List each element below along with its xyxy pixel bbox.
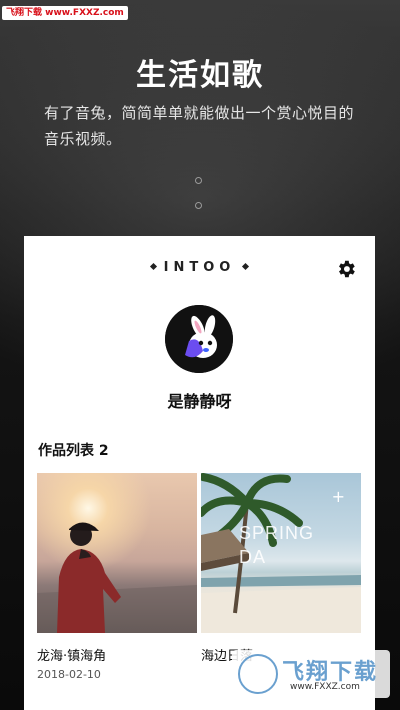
rabbit-avatar-icon [165,305,233,373]
gear-icon[interactable] [335,258,357,280]
work-item-2[interactable]: SPRING DA + 海边日落 [201,473,361,668]
brand-name: INTOO [163,260,236,275]
work-thumbnail-2[interactable]: SPRING DA + [201,473,361,633]
diamond-icon [149,262,157,271]
pager-dot-2[interactable] [195,202,202,209]
username: 是静静呀 [167,392,232,411]
watermark-logo-icon [238,654,278,694]
works-list-title: 作品列表 2 [38,443,109,459]
work-overlay-text: SPRING DA [239,523,315,567]
diamond-icon [242,262,250,271]
pager-dot-1[interactable] [195,177,202,184]
profile-card: INTOO 是静静呀 作品列表 2 龙海·镇海角 2018-02-10 SPRI… [24,236,375,710]
work-thumbnail-1[interactable] [37,473,197,633]
work-date-1: 2018-02-10 [37,668,101,681]
onboarding-description: 有了音兔，简简单单就能做出一个赏心悦目的音乐视频。 [44,104,355,148]
plus-icon: + [331,487,345,506]
avatar[interactable] [165,305,233,373]
work-item-1[interactable]: 龙海·镇海角 2018-02-10 [37,473,197,681]
work-title-1: 龙海·镇海角 [37,649,107,664]
watermark-bottom: 飞翔下载 www.FXXZ.com [232,650,390,698]
onboarding-headline: 生活如歌 [136,58,264,93]
person-silhouette-icon [37,522,197,633]
watermark-top: 飞翔下载 www.FXXZ.com [2,6,128,20]
brand-logo: INTOO [24,260,375,275]
watermark-url: www.FXXZ.com [290,682,360,692]
